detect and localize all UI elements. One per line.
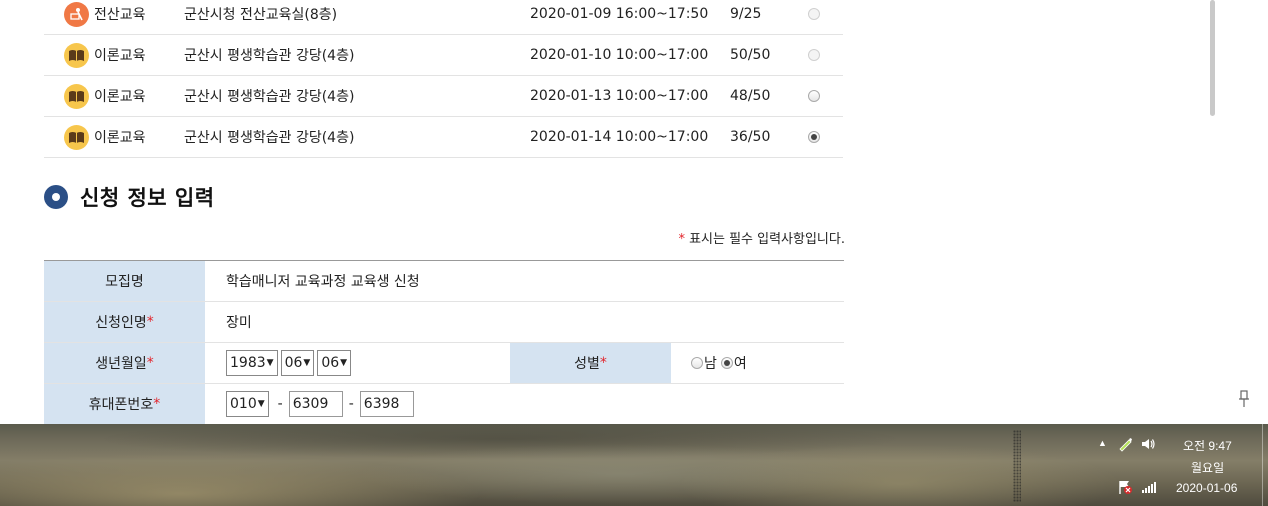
clock-time[interactable]: 오전 9:47 [1183, 437, 1232, 454]
pen-tablet-icon[interactable] [1117, 436, 1133, 452]
session-type: 전산교육 [94, 7, 146, 23]
taskbar: ▲ 오전 9:47 월요일 2020-01-06 [0, 424, 1268, 506]
session-row: 이론교육 군산시 평생학습관 강당(4층) 2020-01-13 10:00~1… [44, 76, 843, 117]
birth-year-select[interactable]: 1983 ▼ [226, 350, 278, 376]
clock-day[interactable]: 월요일 [1191, 459, 1224, 476]
form-row-phone: 휴대폰번호 * 010 ▼ - 6309 - 6398 [44, 384, 844, 424]
dropdown-arrow-icon: ▼ [340, 358, 348, 368]
pin-icon[interactable] [1237, 390, 1251, 408]
dropdown-arrow-icon: ▼ [257, 399, 265, 409]
session-place: 군산시청 전산교육실(8층) [184, 7, 338, 23]
dropdown-arrow-icon: ▼ [266, 358, 274, 368]
gender-female-label: 여 [733, 356, 747, 372]
recruit-label: 모집명 [44, 261, 205, 301]
session-radio[interactable] [808, 90, 820, 102]
session-count: 9/25 [730, 6, 762, 22]
computer-practice-icon [64, 1, 89, 27]
birth-day-select[interactable]: 06 ▼ [317, 350, 352, 376]
section-heading: 신청 정보 입력 [44, 182, 215, 212]
session-time: 2020-01-14 10:00~17:00 [530, 129, 709, 145]
session-count: 36/50 [730, 129, 771, 145]
application-form: 모집명 학습매니저 교육과정 교육생 신청 신청인명 * 장미 생년월일 * 198… [44, 260, 844, 424]
vertical-scrollbar[interactable] [1207, 0, 1218, 424]
gender-male-radio[interactable] [691, 357, 703, 369]
session-type: 이론교육 [94, 48, 146, 64]
session-count: 48/50 [730, 88, 771, 104]
session-radio [808, 49, 820, 61]
clock-date[interactable]: 2020-01-06 [1176, 481, 1237, 495]
session-time: 2020-01-13 10:00~17:00 [530, 88, 709, 104]
circle-bullet-icon [44, 185, 68, 209]
show-desktop-button[interactable] [1262, 424, 1268, 506]
birth-fields: 1983 ▼ 06 ▼ 06 ▼ [205, 343, 510, 383]
form-row-birth-gender: 생년월일 * 1983 ▼ 06 ▼ 06 ▼ 성별 * 남 여 [44, 343, 844, 384]
session-row: 이론교육 군산시 평생학습관 강당(4층) 2020-01-14 10:00~1… [44, 117, 843, 158]
session-place: 군산시 평생학습관 강당(4층) [184, 89, 355, 105]
phone-last-input[interactable]: 6398 [359, 391, 414, 417]
session-count: 50/50 [730, 47, 771, 63]
gender-fields: 남 여 [671, 343, 844, 383]
section-title: 신청 정보 입력 [80, 186, 215, 210]
form-row-applicant: 신청인명 * 장미 [44, 302, 844, 343]
session-row: 이론교육 군산시 평생학습관 강당(4층) 2020-01-10 10:00~1… [44, 35, 843, 76]
taskbar-background [0, 424, 1268, 506]
dropdown-arrow-icon: ▼ [303, 358, 311, 368]
session-time: 2020-01-10 10:00~17:00 [530, 47, 709, 63]
system-tray: ▲ 오전 9:47 월요일 2020-01-06 [1090, 424, 1268, 506]
session-radio-selected[interactable] [808, 131, 820, 143]
session-row: 전산교육 군산시청 전산교육실(8층) 2020-01-09 16:00~17:… [44, 0, 843, 35]
required-note-text: 표시는 필수 입력사항입니다. [684, 232, 845, 247]
volume-icon[interactable] [1140, 436, 1156, 452]
phone-label: 휴대폰번호 * [44, 384, 205, 424]
book-icon [64, 83, 89, 109]
gender-label: 성별 * [510, 343, 671, 383]
session-time: 2020-01-09 16:00~17:50 [530, 6, 709, 22]
phone-fields: 010 ▼ - 6309 - 6398 [205, 384, 844, 424]
taskbar-grip[interactable] [1013, 430, 1021, 502]
form-row-recruit: 모집명 학습매니저 교육과정 교육생 신청 [44, 261, 844, 302]
book-icon [64, 124, 89, 150]
gender-male-label: 남 [704, 356, 717, 372]
browser-viewport: 전산교육 군산시청 전산교육실(8층) 2020-01-09 16:00~17:… [0, 0, 1268, 424]
applicant-label: 신청인명 * [44, 302, 205, 342]
session-place: 군산시 평생학습관 강당(4층) [184, 130, 355, 146]
book-icon [64, 42, 89, 68]
recruit-value: 학습매니저 교육과정 교육생 신청 [226, 274, 420, 290]
session-place: 군산시 평생학습관 강당(4층) [184, 48, 355, 64]
session-type: 이론교육 [94, 89, 146, 105]
required-note: * 표시는 필수 입력사항입니다. [678, 228, 845, 247]
scrollbar-thumb[interactable] [1210, 0, 1215, 116]
gender-female-radio[interactable] [720, 357, 733, 369]
show-hidden-icons-icon[interactable]: ▲ [1098, 438, 1107, 448]
birth-label: 생년월일 * [44, 343, 205, 383]
applicant-value: 장미 [226, 315, 252, 331]
birth-month-select[interactable]: 06 ▼ [280, 350, 315, 376]
session-type: 이론교육 [94, 130, 146, 146]
action-center-flag-icon[interactable] [1117, 479, 1133, 495]
phone-prefix-select[interactable]: 010 ▼ [226, 391, 269, 417]
session-radio [808, 8, 820, 20]
phone-mid-input[interactable]: 6309 [288, 391, 343, 417]
network-signal-icon[interactable] [1141, 480, 1157, 494]
